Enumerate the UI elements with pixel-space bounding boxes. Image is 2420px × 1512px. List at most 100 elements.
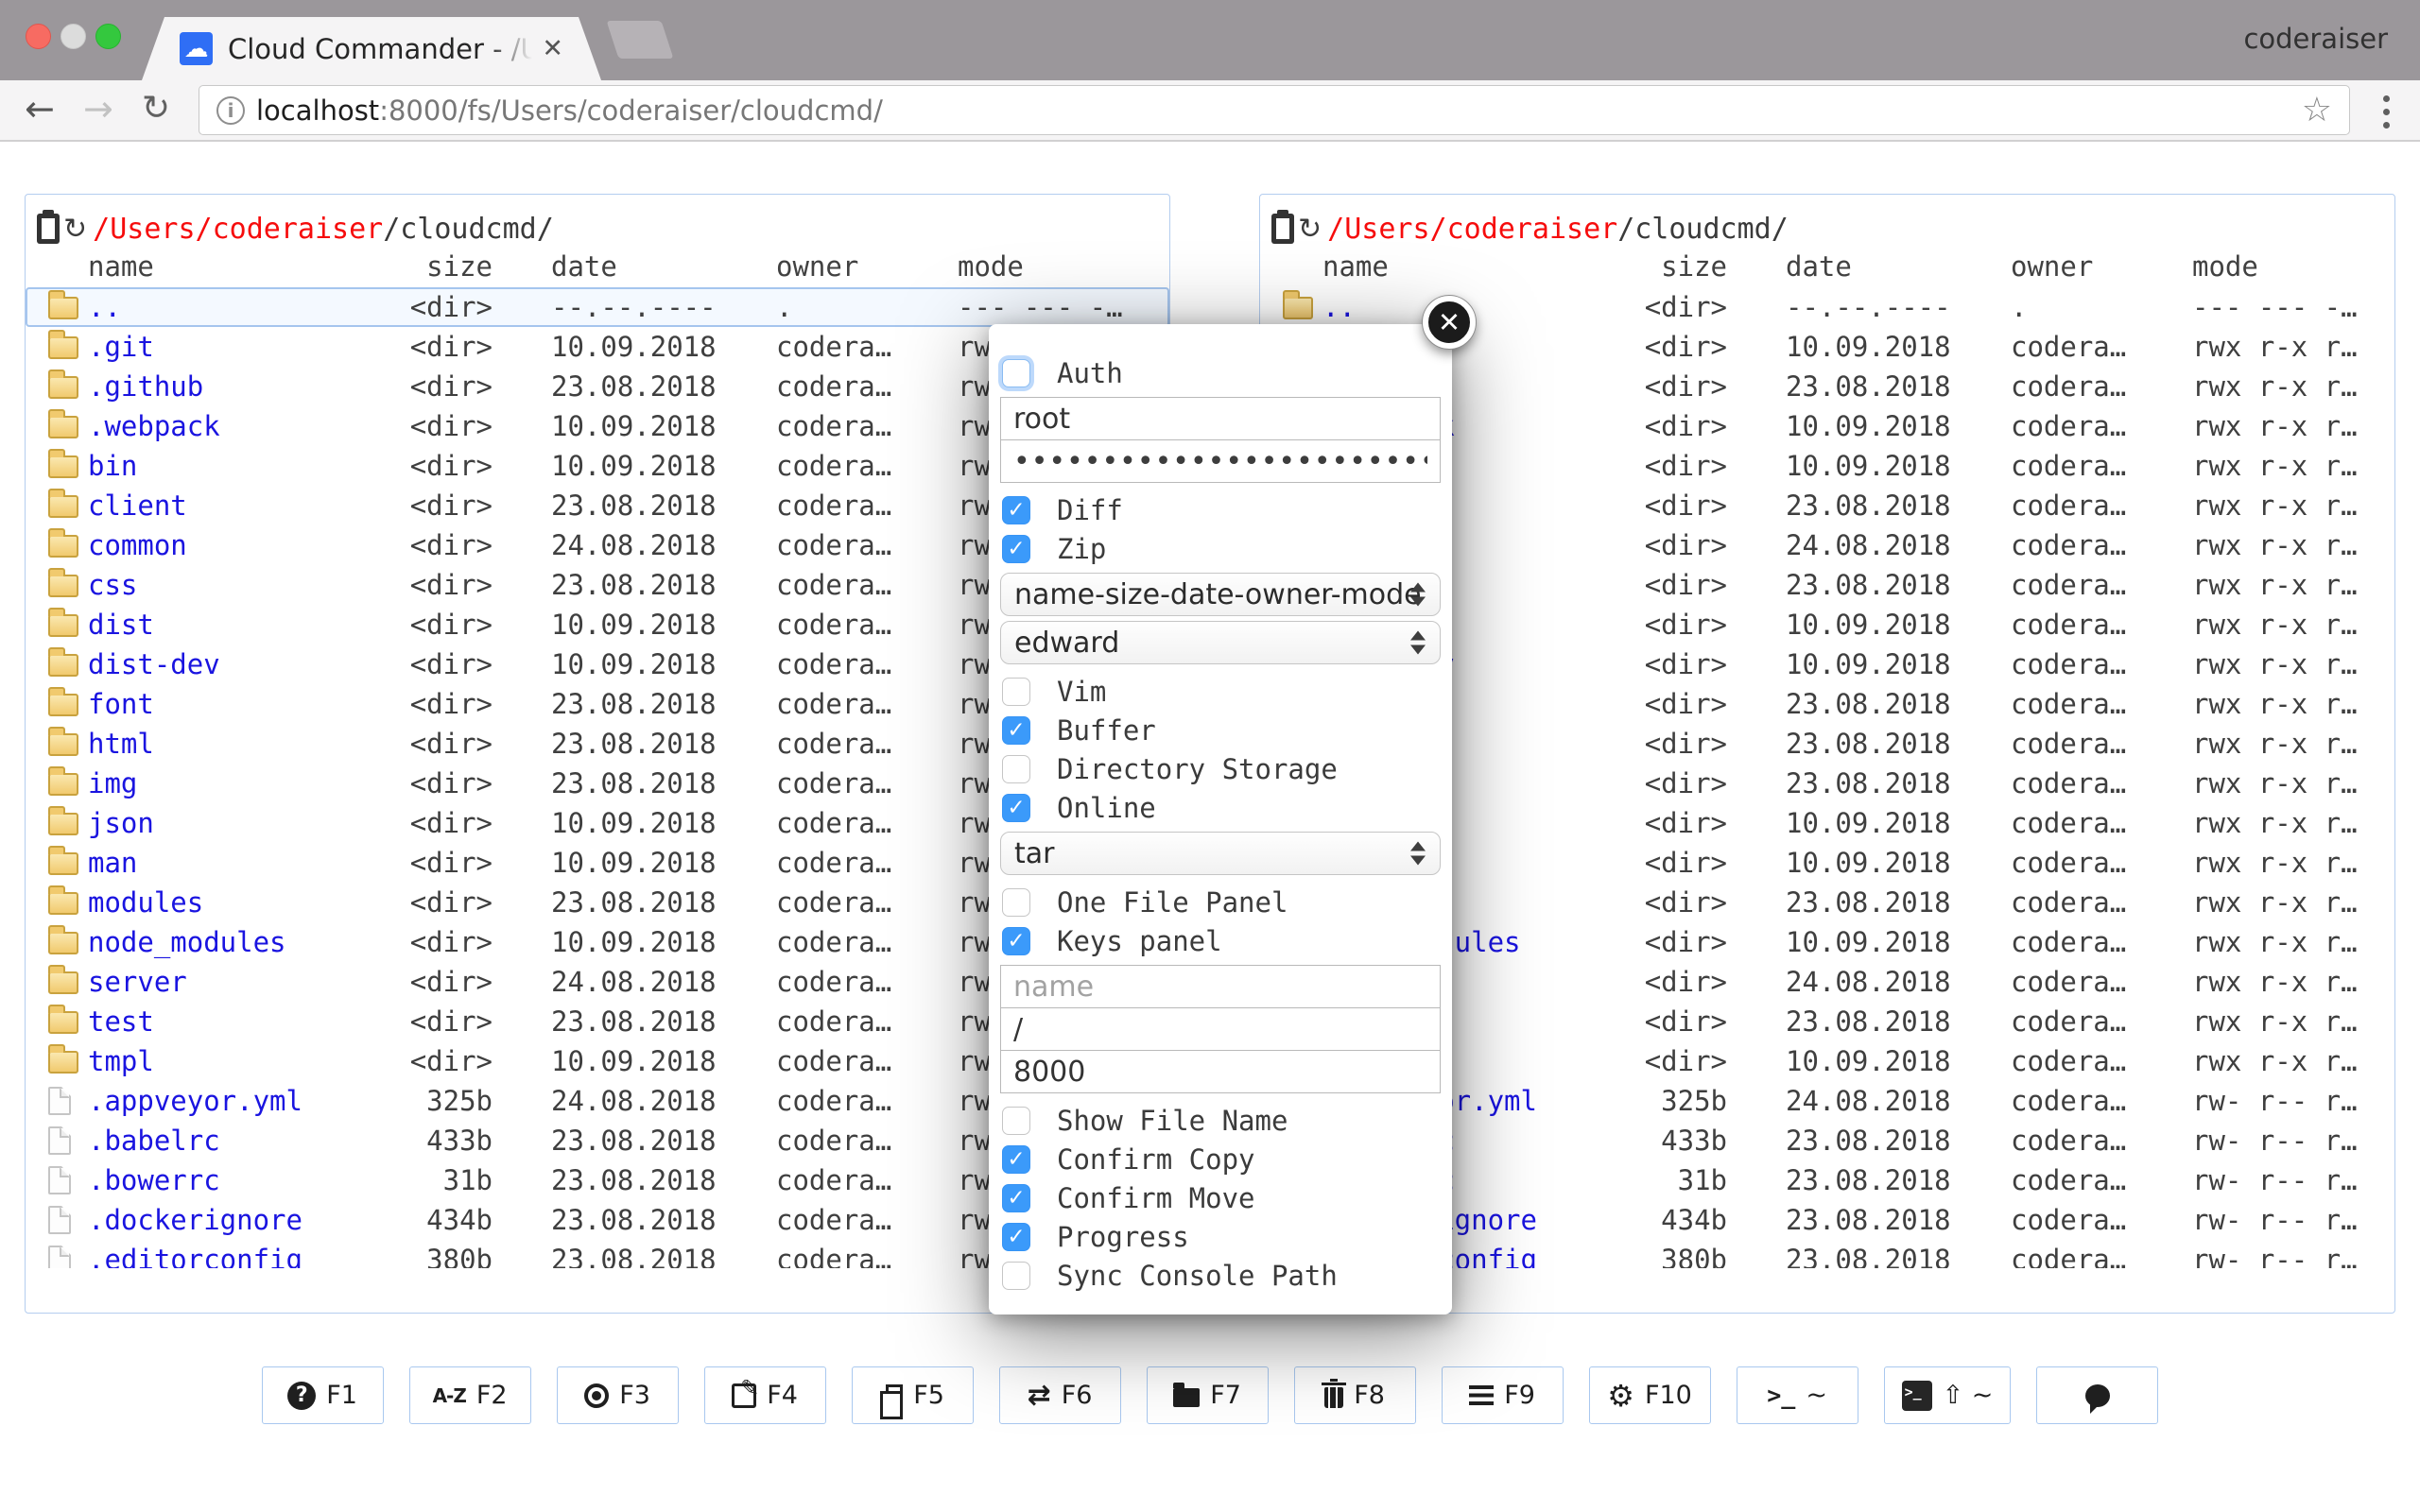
file-name-link[interactable]: test bbox=[88, 1005, 389, 1038]
tab-close-icon[interactable]: ✕ bbox=[542, 36, 563, 61]
file-name-link[interactable]: .dockerignore bbox=[88, 1204, 389, 1236]
close-window-icon[interactable] bbox=[26, 24, 51, 49]
copy-path-icon[interactable] bbox=[37, 214, 60, 244]
sync-console-path-row[interactable]: Sync Console Path bbox=[1000, 1260, 1441, 1292]
file-name-link[interactable]: css bbox=[88, 569, 389, 601]
fkey-button-chat[interactable] bbox=[2036, 1366, 2158, 1424]
zip-checkbox[interactable]: ✓ bbox=[1002, 535, 1030, 563]
copy-path-icon[interactable] bbox=[1271, 214, 1294, 244]
file-name-link[interactable]: .git bbox=[88, 331, 389, 363]
dialog-close-button[interactable]: ✕ bbox=[1423, 296, 1476, 349]
diff-checkbox[interactable]: ✓ bbox=[1002, 496, 1030, 524]
fkey-button-F2[interactable]: A-ZF2 bbox=[409, 1366, 531, 1424]
auth-checkbox[interactable] bbox=[1002, 359, 1030, 387]
column-header-date[interactable]: date bbox=[1727, 250, 1962, 283]
browser-tab[interactable]: ☁ Cloud Commander - /Users/cod ✕ bbox=[142, 17, 601, 80]
file-name-link[interactable]: modules bbox=[88, 886, 389, 919]
directory-storage-checkbox[interactable] bbox=[1002, 755, 1030, 783]
file-name-link[interactable]: dist-dev bbox=[88, 648, 389, 680]
file-row[interactable]: ..<dir>--.--.----.--- --- -… bbox=[26, 287, 1169, 327]
confirm-move-checkbox[interactable]: ✓ bbox=[1002, 1184, 1030, 1212]
diff-row[interactable]: ✓Diff bbox=[1000, 494, 1441, 526]
file-name-link[interactable]: bin bbox=[88, 450, 389, 482]
fkey-button-F4[interactable]: F4 bbox=[704, 1366, 826, 1424]
file-name-link[interactable]: man bbox=[88, 847, 389, 879]
editor-select[interactable]: edward bbox=[1000, 621, 1441, 664]
column-header-mode[interactable]: mode bbox=[2147, 250, 2394, 283]
file-name-link[interactable]: node_modules bbox=[88, 926, 389, 958]
keys-panel-row[interactable]: ✓Keys panel bbox=[1000, 925, 1441, 957]
file-name-link[interactable]: .editorconfig bbox=[88, 1244, 389, 1268]
refresh-icon[interactable] bbox=[1298, 213, 1322, 246]
file-name-link[interactable]: common bbox=[88, 529, 389, 561]
fkey-button-~[interactable]: >_~ bbox=[1737, 1366, 1858, 1424]
sync-console-path-checkbox[interactable] bbox=[1002, 1262, 1030, 1290]
back-icon[interactable]: ← bbox=[25, 86, 55, 131]
show-file-name-checkbox[interactable] bbox=[1002, 1107, 1030, 1135]
file-name-link[interactable]: json bbox=[88, 807, 389, 839]
browser-menu-icon[interactable] bbox=[2383, 95, 2390, 129]
vim-row[interactable]: Vim bbox=[1000, 676, 1441, 708]
file-name-link[interactable]: tmpl bbox=[88, 1045, 389, 1077]
buffer-checkbox[interactable]: ✓ bbox=[1002, 716, 1030, 745]
name-input[interactable] bbox=[1000, 965, 1441, 1008]
password-input[interactable] bbox=[1000, 439, 1441, 483]
file-name-link[interactable]: .appveyor.yml bbox=[88, 1085, 389, 1117]
online-checkbox[interactable]: ✓ bbox=[1002, 794, 1030, 822]
file-name-link[interactable]: .github bbox=[88, 370, 389, 403]
page-info-icon[interactable]: i bbox=[216, 96, 245, 125]
fkey-button-F5[interactable]: F5 bbox=[852, 1366, 974, 1424]
fkey-button-F1[interactable]: ?F1 bbox=[262, 1366, 384, 1424]
fkey-button-F8[interactable]: F8 bbox=[1294, 1366, 1416, 1424]
address-bar[interactable]: i localhost:8000/fs/Users/coderaiser/clo… bbox=[199, 85, 2350, 135]
prefix-input[interactable] bbox=[1000, 1007, 1441, 1051]
file-name-link[interactable]: .. bbox=[88, 291, 389, 323]
column-header-size[interactable]: size bbox=[389, 250, 493, 283]
path-link-parent[interactable]: /Users/coderaiser bbox=[1327, 213, 1617, 246]
keys-panel-checkbox[interactable]: ✓ bbox=[1002, 927, 1030, 955]
column-header-owner[interactable]: owner bbox=[1962, 250, 2147, 283]
buffer-row[interactable]: ✓Buffer bbox=[1000, 714, 1441, 747]
online-row[interactable]: ✓Online bbox=[1000, 792, 1441, 824]
confirm-copy-checkbox[interactable]: ✓ bbox=[1002, 1145, 1030, 1174]
show-file-name-row[interactable]: Show File Name bbox=[1000, 1105, 1441, 1137]
vim-checkbox[interactable] bbox=[1002, 678, 1030, 706]
confirm-copy-row[interactable]: ✓Confirm Copy bbox=[1000, 1143, 1441, 1176]
new-tab-button[interactable] bbox=[607, 21, 674, 59]
username-input[interactable] bbox=[1000, 397, 1441, 440]
fkey-button-F7[interactable]: F7 bbox=[1147, 1366, 1269, 1424]
maximize-window-icon[interactable] bbox=[95, 24, 121, 49]
fkey-button-⇧ ~[interactable]: >_⇧ ~ bbox=[1884, 1366, 2012, 1424]
reload-icon[interactable]: ↻ bbox=[142, 86, 170, 131]
fkey-button-F9[interactable]: F9 bbox=[1442, 1366, 1564, 1424]
bookmark-star-icon[interactable]: ☆ bbox=[2302, 91, 2332, 129]
file-name-link[interactable]: html bbox=[88, 728, 389, 760]
path-link-parent[interactable]: /Users/coderaiser bbox=[93, 213, 383, 246]
file-name-link[interactable]: font bbox=[88, 688, 389, 720]
minimize-window-icon[interactable] bbox=[60, 24, 86, 49]
progress-row[interactable]: ✓Progress bbox=[1000, 1221, 1441, 1253]
progress-checkbox[interactable]: ✓ bbox=[1002, 1223, 1030, 1251]
file-name-link[interactable]: client bbox=[88, 490, 389, 522]
fkey-button-F6[interactable]: ⇄F6 bbox=[999, 1366, 1121, 1424]
one-file-panel-checkbox[interactable] bbox=[1002, 888, 1030, 917]
file-name-link[interactable]: .bowerrc bbox=[88, 1164, 389, 1196]
column-header-name[interactable]: name bbox=[88, 250, 389, 283]
confirm-move-row[interactable]: ✓Confirm Move bbox=[1000, 1182, 1441, 1214]
column-header-name[interactable]: name bbox=[1322, 250, 1623, 283]
zip-row[interactable]: ✓Zip bbox=[1000, 533, 1441, 565]
file-name-link[interactable]: .webpack bbox=[88, 410, 389, 442]
refresh-icon[interactable] bbox=[63, 213, 87, 246]
port-input[interactable] bbox=[1000, 1050, 1441, 1093]
column-header-date[interactable]: date bbox=[493, 250, 727, 283]
directory-storage-row[interactable]: Directory Storage bbox=[1000, 753, 1441, 785]
fkey-button-F3[interactable]: F3 bbox=[557, 1366, 679, 1424]
file-name-link[interactable]: img bbox=[88, 767, 389, 799]
fkey-button-F10[interactable]: ⚙F10 bbox=[1589, 1366, 1711, 1424]
column-header-mode[interactable]: mode bbox=[912, 250, 1169, 283]
columns-select[interactable]: name-size-date-owner-mode bbox=[1000, 573, 1441, 616]
file-name-link[interactable]: .babelrc bbox=[88, 1125, 389, 1157]
column-header-size[interactable]: size bbox=[1623, 250, 1727, 283]
file-name-link[interactable]: dist bbox=[88, 609, 389, 641]
packer-select[interactable]: tar bbox=[1000, 832, 1441, 875]
